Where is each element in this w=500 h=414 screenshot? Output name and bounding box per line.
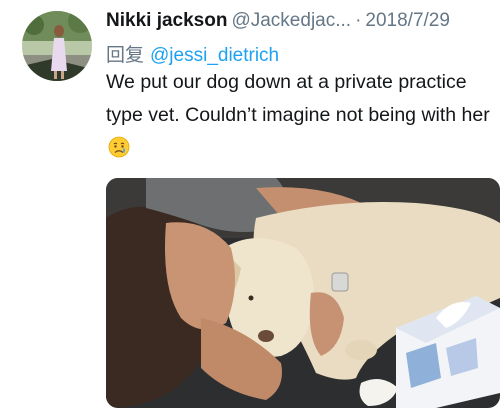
reply-line: 回复 @jessi_dietrich	[106, 40, 279, 66]
tweet-date[interactable]: 2018/7/29	[365, 10, 450, 31]
crying-face-icon	[108, 136, 130, 158]
author-handle[interactable]: @Jackedjac...	[231, 10, 351, 31]
reply-label: 回复	[106, 45, 145, 66]
avatar[interactable]	[22, 11, 92, 81]
reply-mention-link[interactable]: @jessi_dietrich	[150, 45, 279, 66]
tweet-text: We put our dog down at a private practic…	[106, 66, 496, 165]
tweet-header: Nikki jackson @Jackedjac... · 2018/7/29	[106, 10, 496, 36]
separator-dot: ·	[355, 10, 362, 31]
author-name[interactable]: Nikki jackson	[106, 10, 227, 31]
tweet-card[interactable]: Nikki jackson @Jackedjac... · 2018/7/29 回复 @…	[0, 0, 500, 414]
tweet-text-content: We put our dog down at a private practic…	[106, 71, 490, 126]
tweet-photo[interactable]	[106, 178, 500, 408]
